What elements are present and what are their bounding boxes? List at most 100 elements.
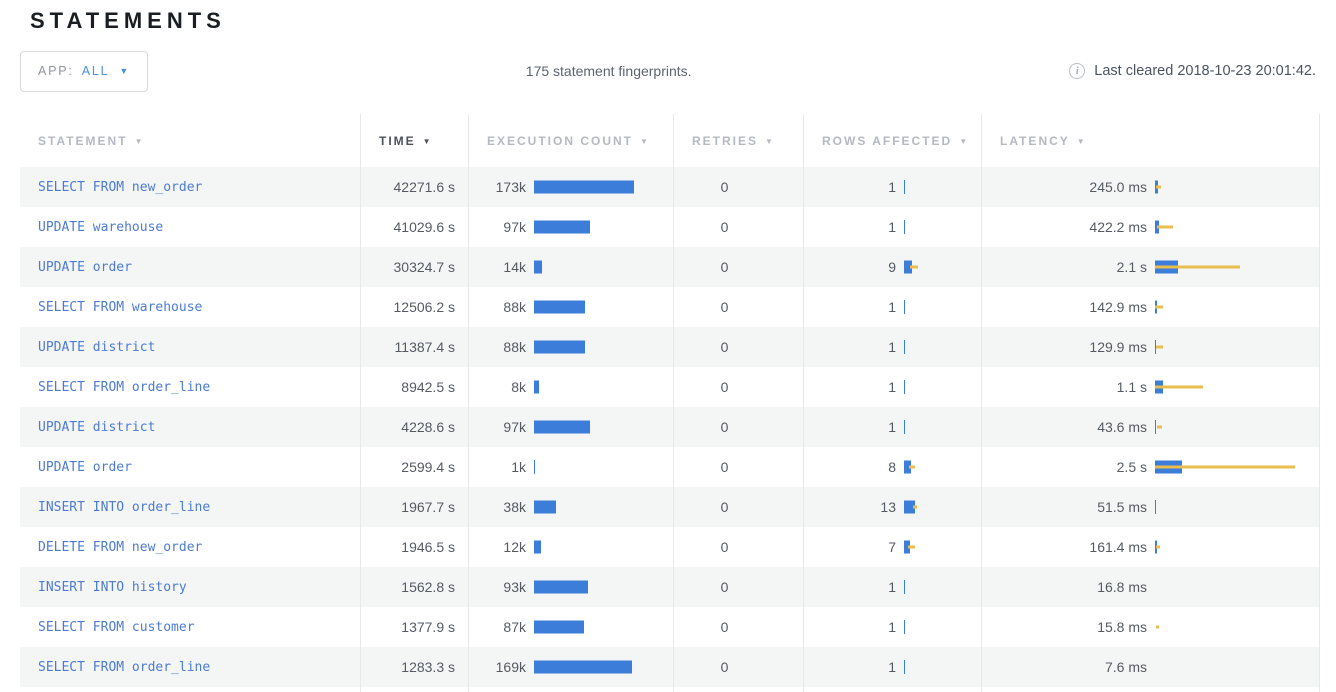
latency-cell: 129.9 ms [981, 327, 1320, 367]
column-header-latency[interactable]: LATENCY▼ [981, 114, 1320, 167]
statement-link[interactable]: INSERT INTO order_line [38, 500, 210, 515]
column-header-time[interactable]: TIME▼ [360, 114, 468, 167]
execution-count-bar-blue-bar [534, 421, 590, 434]
statement-cell: DELETE FROM new_order [20, 527, 360, 567]
statement-link[interactable]: UPDATE order [38, 460, 132, 475]
execution-count-bar [534, 299, 673, 315]
rows-affected-value: 9 [804, 259, 896, 275]
execution-count-value: 93k [469, 579, 526, 595]
statement-link[interactable]: INSERT INTO history [38, 580, 187, 595]
statement-link[interactable]: UPDATE district [38, 340, 155, 355]
execution-count-cell: 88k [468, 287, 673, 327]
rows-affected-value: 1 [804, 659, 896, 675]
statement-cell: SELECT FROM order_line [20, 647, 360, 687]
latency-value: 43.6 ms [982, 419, 1147, 435]
table-row: UPDATE order2599.4 s1k082.5 s [20, 447, 1319, 487]
latency-cell: 422.2 ms [981, 207, 1320, 247]
execution-count-value: 97k [469, 219, 526, 235]
execution-count-bar [534, 339, 673, 355]
statement-link[interactable]: SELECT FROM new_order [38, 180, 202, 195]
statement-link[interactable]: SELECT FROM order_line [38, 380, 210, 395]
column-header-label: LATENCY [1000, 134, 1070, 148]
rows-affected-cell: 7 [803, 527, 981, 567]
app-filter-dropdown[interactable]: APP: ALL ▼ [20, 51, 148, 92]
rows-affected-bar-stddev-bar [909, 466, 915, 469]
latency-bar-stddev-bar [1157, 426, 1162, 429]
rows-affected-bar-blue-bar [904, 340, 905, 354]
info-icon: i [1069, 63, 1085, 79]
statement-link[interactable]: UPDATE district [38, 420, 155, 435]
rows-affected-value: 1 [804, 339, 896, 355]
statement-cell: SELECT FROM customer [20, 607, 360, 647]
sort-arrow-icon: ▼ [959, 136, 969, 146]
execution-count-bar [534, 219, 673, 235]
statement-link[interactable]: UPDATE order [38, 260, 132, 275]
rows-affected-cell: 8 [803, 447, 981, 487]
execution-count-value: 38k [469, 499, 526, 515]
execution-count-bar-blue-bar [534, 381, 539, 394]
latency-bar-stddev-bar [1155, 466, 1295, 469]
statement-link[interactable]: DELETE FROM new_order [38, 540, 202, 555]
statement-link[interactable]: SELECT FROM warehouse [38, 300, 202, 315]
rows-affected-value: 1 [804, 179, 896, 195]
statement-cell: UPDATE district [20, 407, 360, 447]
rows-affected-value: 1 [804, 379, 896, 395]
rows-affected-bar-blue-bar [904, 660, 905, 674]
latency-value: 422.2 ms [982, 219, 1147, 235]
statement-link[interactable]: SELECT FROM customer [38, 620, 195, 635]
table-body: SELECT FROM new_order42271.6 s173k01245.… [20, 167, 1319, 692]
execution-count-bar [534, 619, 673, 635]
empty-cell [981, 687, 1320, 692]
statement-link[interactable]: SELECT FROM order_line [38, 660, 210, 675]
time-cell: 1946.5 s [360, 527, 468, 567]
statement-cell: SELECT FROM order_line [20, 367, 360, 407]
column-header-retries[interactable]: RETRIES▼ [673, 114, 803, 167]
rows-affected-bar [904, 499, 981, 515]
time-cell: 1967.7 s [360, 487, 468, 527]
latency-cell: 51.5 ms [981, 487, 1320, 527]
execution-count-bar [534, 179, 673, 195]
rows-affected-bar [904, 219, 981, 235]
sort-arrow-icon: ▼ [640, 136, 650, 146]
column-header-rows-affected[interactable]: ROWS AFFECTED▼ [803, 114, 981, 167]
latency-bar [1155, 659, 1320, 675]
column-header-statement[interactable]: STATEMENT▼ [20, 114, 360, 167]
table-row: UPDATE order30324.7 s14k092.1 s [20, 247, 1319, 287]
latency-bar-stddev-bar [1156, 346, 1163, 349]
latency-bar-blue-bar [1155, 420, 1156, 434]
retries-cell: 0 [673, 247, 803, 287]
column-header-execution-count[interactable]: EXECUTION COUNT▼ [468, 114, 673, 167]
statement-cell: UPDATE district [20, 327, 360, 367]
rows-affected-bar [904, 619, 981, 635]
rows-affected-bar [904, 459, 981, 475]
retries-cell: 0 [673, 567, 803, 607]
rows-affected-bar [904, 299, 981, 315]
chevron-down-icon: ▼ [119, 66, 130, 76]
latency-bar [1155, 299, 1320, 315]
statement-link[interactable]: UPDATE warehouse [38, 220, 163, 235]
empty-cell [20, 687, 360, 692]
latency-cell: 1.1 s [981, 367, 1320, 407]
execution-count-bar-blue-bar [534, 221, 590, 234]
rows-affected-value: 8 [804, 459, 896, 475]
execution-count-value: 88k [469, 339, 526, 355]
execution-count-cell: 38k [468, 487, 673, 527]
latency-cell: 245.0 ms [981, 167, 1320, 207]
retries-cell: 0 [673, 487, 803, 527]
statement-count-summary: 175 statement fingerprints. [148, 63, 1069, 79]
execution-count-cell: 8k [468, 367, 673, 407]
retries-cell: 0 [673, 407, 803, 447]
retries-cell: 0 [673, 647, 803, 687]
latency-bar [1155, 219, 1320, 235]
latency-bar [1155, 539, 1320, 555]
statement-cell: UPDATE warehouse [20, 207, 360, 247]
latency-value: 142.9 ms [982, 299, 1147, 315]
rows-affected-cell: 1 [803, 327, 981, 367]
rows-affected-cell: 1 [803, 567, 981, 607]
latency-cell: 7.6 ms [981, 647, 1320, 687]
rows-affected-bar-blue-bar [904, 180, 905, 194]
execution-count-cell: 87k [468, 607, 673, 647]
execution-count-cell: 93k [468, 567, 673, 607]
table-row: UPDATE warehouse41029.6 s97k01422.2 ms [20, 207, 1319, 247]
rows-affected-value: 1 [804, 579, 896, 595]
